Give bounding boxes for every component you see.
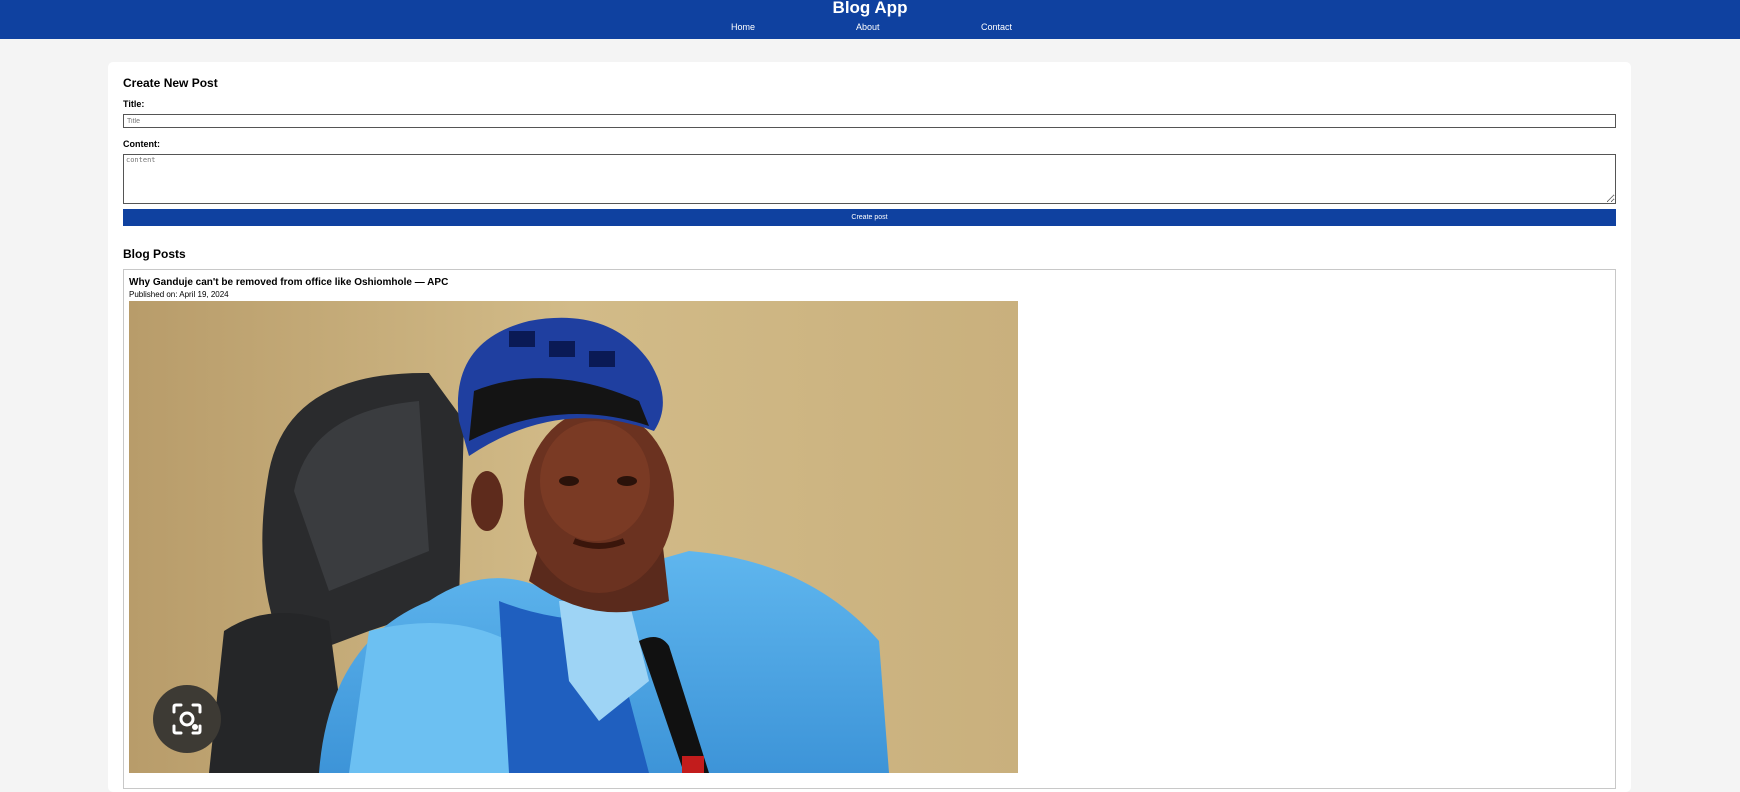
post-date: Published on: April 19, 2024 (129, 290, 229, 299)
title-label: Title: (123, 99, 145, 109)
create-post-heading: Create New Post (123, 76, 218, 90)
lens-search-button[interactable] (153, 685, 221, 753)
post-photo-illustration (129, 301, 1018, 773)
content-label: Content: (123, 139, 160, 149)
camera-search-icon (172, 703, 202, 735)
nav-about-link[interactable]: About (856, 22, 880, 32)
app-title: Blog App (832, 0, 908, 17)
post-image (129, 301, 1018, 773)
create-post-button[interactable]: Create post (123, 209, 1616, 226)
post-title: Why Ganduje can't be removed from office… (129, 277, 449, 288)
blog-posts-heading: Blog Posts (123, 247, 186, 261)
nav-home-link[interactable]: Home (731, 22, 755, 32)
top-navbar: Blog App Home About Contact (0, 0, 1740, 39)
title-input[interactable] (123, 114, 1616, 128)
nav-contact-link[interactable]: Contact (981, 22, 1012, 32)
content-textarea[interactable] (123, 154, 1616, 204)
